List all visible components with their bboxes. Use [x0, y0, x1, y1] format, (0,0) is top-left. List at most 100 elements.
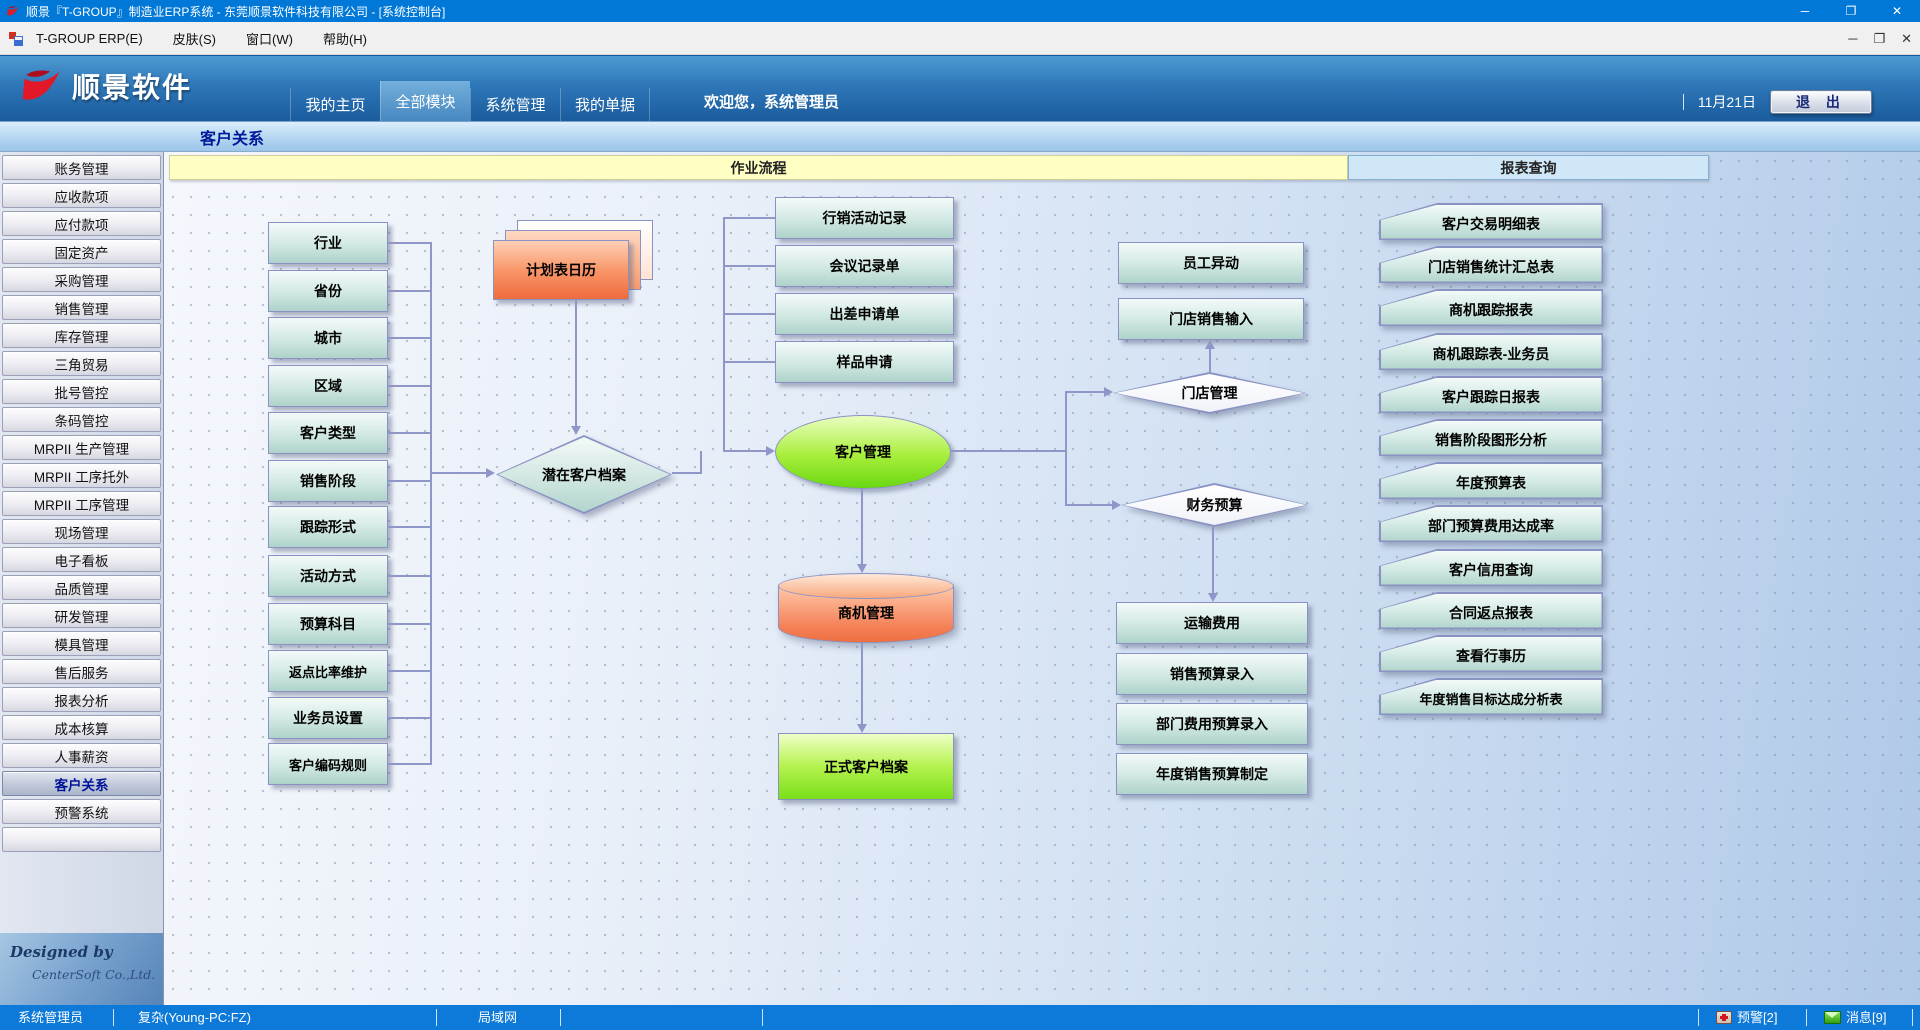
- flow-box-rebate-rate[interactable]: 返点比率维护: [268, 650, 388, 692]
- report-item-opportunity-track-salesman[interactable]: 商机跟踪表-业务员: [1379, 333, 1603, 370]
- tab-system-mgmt[interactable]: 系统管理: [470, 88, 560, 121]
- flow-cylinder-opportunity-mgmt[interactable]: 商机管理: [778, 573, 954, 643]
- report-item-annual-budget[interactable]: 年度预算表: [1379, 462, 1603, 499]
- message-status[interactable]: 消息[9]: [1824, 1005, 1886, 1030]
- flow-box-budget-subject[interactable]: 预算科目: [268, 603, 388, 645]
- flow-box-customer-code-rule[interactable]: 客户编码规则: [268, 743, 388, 785]
- flow-box-industry[interactable]: 行业: [268, 222, 388, 264]
- status-network: 局域网: [478, 1005, 517, 1030]
- flow-box-region[interactable]: 区域: [268, 365, 388, 407]
- sidebar-item-kanban[interactable]: 电子看板: [2, 547, 161, 572]
- mdi-child-icon: [8, 31, 24, 47]
- sidebar-item-inventory[interactable]: 库存管理: [2, 323, 161, 348]
- tab-my-home[interactable]: 我的主页: [290, 88, 380, 121]
- flow-box-track-form[interactable]: 跟踪形式: [268, 506, 388, 548]
- menu-item-window[interactable]: 窗口(W): [246, 29, 293, 48]
- close-icon[interactable]: ✕: [1874, 0, 1920, 22]
- report-item-view-calendar[interactable]: 查看行事历: [1379, 635, 1603, 672]
- sidebar-item-purchase[interactable]: 采购管理: [2, 267, 161, 292]
- sidebar-item-receivable[interactable]: 应收款项: [2, 183, 161, 208]
- connector-line: [1212, 527, 1214, 594]
- flow-box-marketing-activity[interactable]: 行销活动记录: [775, 197, 954, 239]
- sidebar-item-costing[interactable]: 成本核算: [2, 715, 161, 740]
- sidebar-item-mrp2-process[interactable]: MRPII 工序管理: [2, 491, 161, 516]
- sidebar-item-mrp2-production[interactable]: MRPII 生产管理: [2, 435, 161, 460]
- flow-diamond-store-mgmt[interactable]: 门店管理: [1113, 372, 1306, 414]
- minimize-icon[interactable]: ─: [1782, 0, 1828, 22]
- report-item-opportunity-track[interactable]: 商机跟踪报表: [1379, 289, 1603, 326]
- flow-box-city[interactable]: 城市: [268, 317, 388, 359]
- sidebar-item-sales[interactable]: 销售管理: [2, 295, 161, 320]
- connector-line: [672, 472, 702, 474]
- report-item-sales-stage-graph[interactable]: 销售阶段图形分析: [1379, 419, 1603, 456]
- menu-item-help[interactable]: 帮助(H): [323, 29, 367, 48]
- sidebar-item-mold[interactable]: 模具管理: [2, 631, 161, 656]
- window-title: 顺景『T-GROUP』制造业ERP系统 - 东莞顺景软件科技有限公司 - [系统…: [26, 3, 445, 20]
- status-separator: [436, 1009, 437, 1026]
- flow-box-province[interactable]: 省份: [268, 270, 388, 312]
- flow-ellipse-customer-mgmt[interactable]: 客户管理: [775, 415, 951, 489]
- flow-box-store-sales-input[interactable]: 门店销售输入: [1118, 298, 1304, 340]
- sidebar-item-alert-system[interactable]: 预警系统: [2, 799, 161, 824]
- sidebar-item-rnd[interactable]: 研发管理: [2, 603, 161, 628]
- sidebar-item-after-sales[interactable]: 售后服务: [2, 659, 161, 684]
- report-item-dept-budget-rate[interactable]: 部门预算费用达成率: [1379, 505, 1603, 542]
- sidebar-item-triangle-trade[interactable]: 三角贸易: [2, 351, 161, 376]
- flow-box-meeting-record[interactable]: 会议记录单: [775, 245, 954, 287]
- flow-box-dept-expense-budget[interactable]: 部门费用预算录入: [1116, 703, 1308, 745]
- sidebar-item-hr-payroll[interactable]: 人事薪资: [2, 743, 161, 768]
- alert-icon: [1716, 1011, 1732, 1024]
- flow-box-employee-change[interactable]: 员工异动: [1118, 242, 1304, 284]
- flow-box-salesman-setup[interactable]: 业务员设置: [268, 697, 388, 739]
- mdi-restore-icon[interactable]: ❐: [1873, 31, 1885, 47]
- flow-box-sales-budget-entry[interactable]: 销售预算录入: [1116, 653, 1308, 695]
- report-item-contract-rebate[interactable]: 合同返点报表: [1379, 592, 1603, 629]
- flow-box-sales-stage[interactable]: 销售阶段: [268, 460, 388, 502]
- menu-item-skin[interactable]: 皮肤(S): [173, 29, 216, 48]
- exit-button[interactable]: 退 出: [1770, 90, 1872, 114]
- mdi-close-icon[interactable]: ✕: [1901, 31, 1912, 47]
- flow-box-sample-request[interactable]: 样品申请: [775, 341, 954, 383]
- flow-diamond-potential-customer[interactable]: 潜在客户档案: [496, 435, 672, 514]
- sidebar-item-report-analysis[interactable]: 报表分析: [2, 687, 161, 712]
- report-item-annual-sales-target[interactable]: 年度销售目标达成分析表: [1379, 678, 1603, 715]
- mdi-minimize-icon[interactable]: ─: [1848, 31, 1857, 46]
- restore-icon[interactable]: ❐: [1828, 0, 1874, 22]
- flow-box-transport-cost[interactable]: 运输费用: [1116, 602, 1308, 644]
- sidebar-item-mrp2-outsource[interactable]: MRPII 工序托外: [2, 463, 161, 488]
- flow-box-activity-mode[interactable]: 活动方式: [268, 555, 388, 597]
- report-item-customer-track-daily[interactable]: 客户跟踪日报表: [1379, 376, 1603, 413]
- connector-line: [724, 217, 775, 219]
- report-item-customer-trade-detail[interactable]: 客户交易明细表: [1379, 203, 1603, 240]
- flow-box-customer-type[interactable]: 客户类型: [268, 412, 388, 454]
- menu-item-tgroup[interactable]: T-GROUP ERP(E): [36, 31, 143, 46]
- connector-line: [575, 300, 577, 426]
- status-separator: [1912, 1009, 1913, 1026]
- sidebar-item-shopfloor[interactable]: 现场管理: [2, 519, 161, 544]
- sidebar-item-quality[interactable]: 品质管理: [2, 575, 161, 600]
- tab-all-modules[interactable]: 全部模块: [380, 81, 470, 121]
- flow-box-travel-request[interactable]: 出差申请单: [775, 293, 954, 335]
- tab-my-documents[interactable]: 我的单据: [560, 88, 650, 121]
- sidebar-item-fixed-assets[interactable]: 固定资产: [2, 239, 161, 264]
- connector-line: [388, 385, 431, 387]
- brand-name: 顺景软件: [72, 66, 192, 106]
- message-icon: [1824, 1011, 1841, 1024]
- diamond-label: 门店管理: [1113, 372, 1306, 414]
- sidebar-item-payable[interactable]: 应付款项: [2, 211, 161, 236]
- sidebar-item-batch[interactable]: 批号管控: [2, 379, 161, 404]
- flow-box-plan-calendar[interactable]: 计划表日历: [493, 240, 629, 300]
- flow-box-formal-customer[interactable]: 正式客户档案: [778, 733, 954, 800]
- flow-diamond-finance-budget[interactable]: 财务预算: [1121, 483, 1308, 527]
- report-item-customer-credit[interactable]: 客户信用查询: [1379, 549, 1603, 586]
- sidebar-item-finance[interactable]: 账务管理: [2, 155, 161, 180]
- report-label: 客户交易明细表: [1381, 205, 1602, 239]
- sidebar-item-barcode[interactable]: 条码管控: [2, 407, 161, 432]
- sidebar-item-customer-relations[interactable]: 客户关系: [2, 771, 161, 796]
- connector-line: [723, 450, 767, 452]
- report-label: 商机跟踪表-业务员: [1381, 335, 1602, 369]
- connector-line: [388, 242, 431, 244]
- flow-box-annual-sales-budget[interactable]: 年度销售预算制定: [1116, 753, 1308, 795]
- report-item-store-sales-summary[interactable]: 门店销售统计汇总表: [1379, 246, 1603, 283]
- alert-status[interactable]: 预警[2]: [1716, 1005, 1777, 1030]
